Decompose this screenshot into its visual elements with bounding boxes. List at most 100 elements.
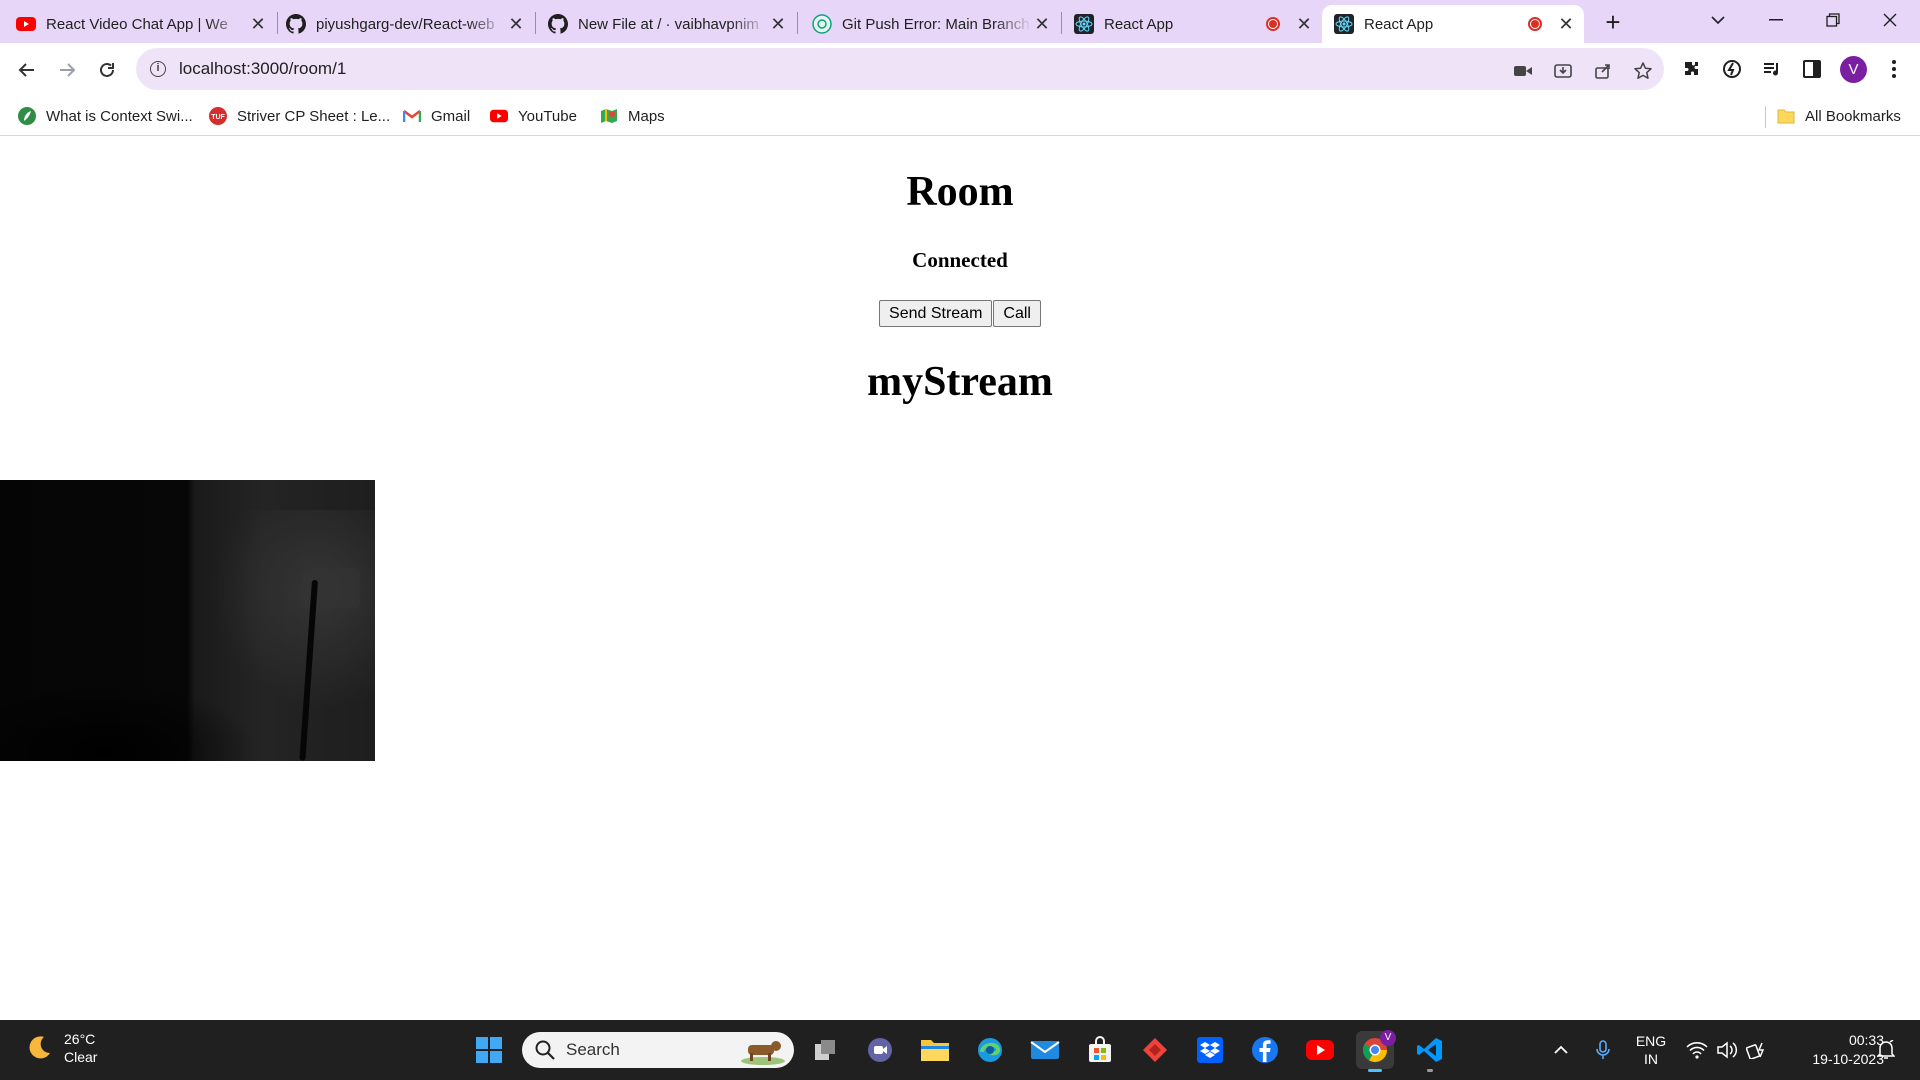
side-panel-icon[interactable] — [1800, 57, 1824, 81]
notifications-button[interactable] — [1874, 1020, 1898, 1080]
close-tab-icon[interactable]: ✕ — [506, 14, 526, 34]
bookmark-gmail[interactable]: Gmail — [403, 104, 470, 128]
anydesk-button[interactable] — [1136, 1031, 1174, 1069]
site-info-icon[interactable]: i — [150, 61, 166, 77]
tab-react-app[interactable]: React App ✕ — [1074, 5, 1314, 43]
browser-toolbar: i localhost:3000/room/1 V — [0, 43, 1920, 96]
tab-search-icon[interactable] — [1690, 0, 1746, 40]
mail-icon — [1030, 1041, 1060, 1059]
tab-git-push-error[interactable]: Git Push Error: Main Branch ✕ — [812, 5, 1052, 43]
url-text: localhost:3000/room/1 — [179, 59, 347, 78]
microsoft-store-button[interactable] — [1081, 1031, 1119, 1069]
bookmark-maps[interactable]: Maps — [600, 104, 665, 128]
edge-button[interactable] — [971, 1031, 1009, 1069]
teams-chat-icon — [868, 1038, 892, 1062]
notification-bell-icon — [1877, 1040, 1895, 1059]
language-indicator[interactable]: ENG IN — [1630, 1020, 1672, 1080]
tab-react-app-active[interactable]: React App ✕ — [1322, 5, 1584, 43]
extensions-icon[interactable] — [1680, 57, 1704, 81]
install-app-icon[interactable] — [1552, 60, 1574, 82]
close-tab-icon[interactable]: ✕ — [1294, 14, 1314, 34]
forward-button[interactable] — [50, 53, 84, 87]
microphone-button[interactable] — [1590, 1020, 1616, 1080]
my-stream-video — [0, 480, 375, 761]
my-stream-heading: myStream — [867, 359, 1053, 405]
tab-separator — [277, 12, 278, 34]
clock[interactable]: 00:33 19-10-2023 — [1784, 1031, 1884, 1069]
tab-title: New File at / · vaibhavpnim — [578, 15, 759, 33]
github-icon — [286, 14, 306, 34]
tuf-icon: TUF — [209, 107, 227, 125]
tab-react-video-chat[interactable]: React Video Chat App | We ✕ — [16, 5, 268, 43]
folder-icon — [921, 1040, 949, 1061]
tab-new-file[interactable]: New File at / · vaibhavpnim ✕ — [548, 5, 788, 43]
start-button[interactable] — [470, 1031, 508, 1069]
windows-icon — [476, 1037, 502, 1063]
new-tab-button[interactable]: + — [1598, 8, 1628, 38]
bookmarks-divider — [1765, 106, 1766, 128]
tab-title: Git Push Error: Main Branch — [842, 15, 1030, 33]
volume-button[interactable] — [1714, 1020, 1740, 1080]
video-frame-shadow — [0, 680, 260, 761]
weather-widget[interactable]: 26°C Clear — [24, 1030, 97, 1066]
bookmark-label: Maps — [628, 107, 665, 125]
battery-button[interactable] — [1744, 1020, 1770, 1080]
wifi-button[interactable] — [1684, 1020, 1710, 1080]
chrome-profile-badge: V — [1380, 1030, 1396, 1046]
address-bar[interactable]: i localhost:3000/room/1 — [136, 48, 1664, 90]
weather-description: Clear — [64, 1049, 98, 1065]
running-app-indicator — [1427, 1069, 1433, 1072]
close-tab-icon[interactable]: ✕ — [248, 14, 268, 34]
bookmark-star-icon[interactable] — [1632, 60, 1654, 82]
chrome-button[interactable]: V — [1356, 1030, 1396, 1072]
microphone-icon — [1596, 1040, 1610, 1059]
share-icon[interactable] — [1592, 60, 1614, 82]
show-hidden-icons-button[interactable] — [1548, 1020, 1574, 1080]
bookmark-youtube[interactable]: YouTube — [490, 104, 577, 128]
send-stream-button[interactable]: Send Stream — [879, 300, 993, 327]
more-menu-icon[interactable] — [1882, 57, 1906, 81]
youtube-app-button[interactable] — [1301, 1031, 1339, 1069]
profile-avatar[interactable]: V — [1840, 56, 1867, 83]
close-tab-icon[interactable]: ✕ — [1032, 14, 1052, 34]
taskbar-search[interactable]: Search — [522, 1032, 794, 1068]
restore-button[interactable] — [1805, 0, 1861, 40]
close-tab-icon[interactable]: ✕ — [768, 14, 788, 34]
minimize-button[interactable] — [1748, 0, 1804, 40]
volume-icon — [1717, 1041, 1738, 1059]
call-button[interactable]: Call — [993, 300, 1041, 327]
teams-chat-button[interactable] — [861, 1031, 899, 1069]
connection-status: Connected — [912, 248, 1008, 272]
bookmark-context-switch[interactable]: What is Context Swi... — [18, 104, 193, 128]
sync-extension-icon[interactable] — [1720, 57, 1744, 81]
all-bookmarks[interactable]: All Bookmarks — [1777, 104, 1901, 128]
bookmarks-bar: What is Context Swi... TUF Striver CP Sh… — [0, 96, 1920, 136]
store-icon — [1089, 1036, 1111, 1062]
bookmark-striver-cp[interactable]: TUF Striver CP Sheet : Le... — [209, 104, 390, 128]
search-icon — [535, 1040, 555, 1060]
file-explorer-button[interactable] — [916, 1031, 954, 1069]
back-button[interactable] — [10, 53, 44, 87]
tab-piyushgarg-repo[interactable]: piyushgarg-dev/React-web ✕ — [286, 5, 526, 43]
battery-charging-icon — [1746, 1042, 1765, 1059]
media-controls-icon[interactable] — [1760, 57, 1784, 81]
weather-temperature: 26°C — [64, 1031, 96, 1047]
bookmark-label: Gmail — [431, 107, 471, 125]
mail-button[interactable] — [1026, 1031, 1064, 1069]
reload-button[interactable] — [90, 53, 124, 87]
folder-icon — [1777, 107, 1795, 125]
language-label: ENG — [1635, 1033, 1667, 1049]
task-view-icon — [815, 1040, 835, 1060]
dropbox-button[interactable] — [1191, 1031, 1229, 1069]
close-tab-icon[interactable]: ✕ — [1556, 14, 1576, 34]
task-view-button[interactable] — [807, 1031, 845, 1069]
bookmark-label: All Bookmarks — [1805, 107, 1901, 125]
close-window-button[interactable] — [1862, 0, 1918, 40]
facebook-icon — [1252, 1037, 1278, 1063]
vscode-button[interactable] — [1411, 1031, 1449, 1072]
youtube-icon — [16, 14, 36, 34]
bookmark-label: Striver CP Sheet : Le... — [237, 107, 391, 125]
facebook-button[interactable] — [1246, 1031, 1284, 1069]
camera-in-use-icon[interactable] — [1512, 60, 1534, 82]
active-app-indicator — [1368, 1069, 1382, 1072]
